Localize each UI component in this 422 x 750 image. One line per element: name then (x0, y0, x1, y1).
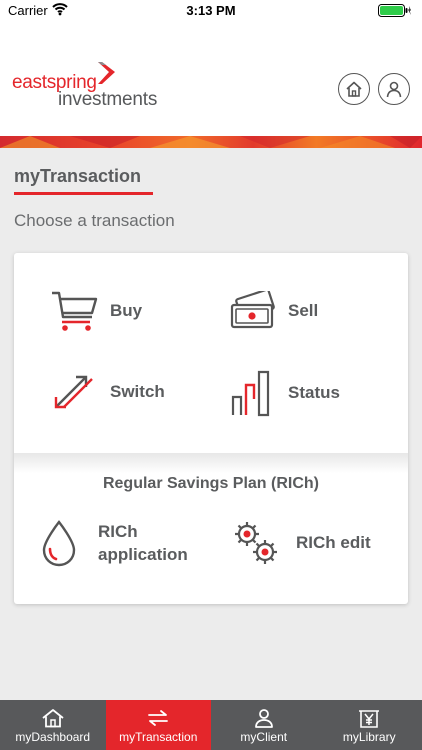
switch-option[interactable]: Switch (52, 373, 165, 411)
header-banner (0, 136, 422, 148)
page-subtitle: Choose a transaction (14, 211, 175, 230)
nav-label-mydashboard: myDashboard (15, 730, 91, 744)
app-header: eastspring investments (0, 22, 422, 136)
nav-label-mylibrary: myLibrary (342, 730, 396, 744)
sell-option[interactable]: Sell (228, 291, 318, 331)
rich-edit-option[interactable]: RICh edit (232, 519, 371, 567)
eastspring-logo[interactable]: eastspring investments (12, 62, 172, 110)
cart-icon (52, 291, 98, 331)
home-icon (42, 709, 64, 728)
transaction-grid: Buy Sell Switch Status (14, 253, 408, 453)
page-title: myTransaction (14, 166, 142, 186)
bottom-nav: myDashboard myTransaction myClient myLib… (0, 700, 422, 750)
user-icon (386, 81, 402, 98)
rsp-section-title: Regular Savings Plan (RICh) (102, 475, 320, 492)
switch-label: Switch (110, 382, 165, 401)
nav-item-mydashboard[interactable]: myDashboard (0, 700, 106, 750)
status-option[interactable]: Status (230, 369, 340, 417)
droplet-icon (42, 520, 76, 567)
rich-application-label-line2: application (98, 544, 188, 564)
nav-item-myclient[interactable]: myClient (211, 700, 317, 750)
library-yen-icon (359, 710, 380, 728)
cash-icon (230, 291, 275, 329)
home-icon (346, 81, 362, 97)
status-label: Status (288, 383, 340, 402)
transfer-icon (148, 710, 169, 726)
rich-edit-label: RICh edit (296, 533, 371, 552)
profile-button[interactable] (378, 73, 410, 105)
title-underline (14, 192, 153, 195)
transaction-card: Buy Sell Switch Status Regular Savings P… (14, 253, 408, 604)
rich-application-option[interactable]: RICh application (40, 519, 188, 567)
bar-chart-icon (231, 370, 270, 417)
nav-label-mytransaction: myTransaction (119, 730, 198, 744)
clock: 3:13 PM (186, 3, 236, 18)
nav-item-mytransaction[interactable]: myTransaction (105, 700, 211, 750)
logo-text-investments: investments (58, 89, 158, 110)
switch-icon (54, 375, 93, 409)
buy-option[interactable]: Buy (50, 289, 142, 333)
logo-chevron-icon (98, 62, 115, 84)
status-bar: Carrier 3:13 PM (0, 0, 422, 22)
nav-item-mylibrary[interactable]: myLibrary (317, 700, 422, 750)
nav-label-myclient: myClient (240, 730, 288, 744)
home-button[interactable] (338, 73, 370, 105)
buy-label: Buy (110, 301, 143, 320)
battery-icon (378, 4, 412, 18)
person-icon (254, 709, 273, 728)
sell-label: Sell (288, 301, 319, 320)
rich-application-label-line1: RICh (98, 521, 138, 541)
section-divider (14, 453, 408, 473)
gears-icon (235, 522, 277, 564)
